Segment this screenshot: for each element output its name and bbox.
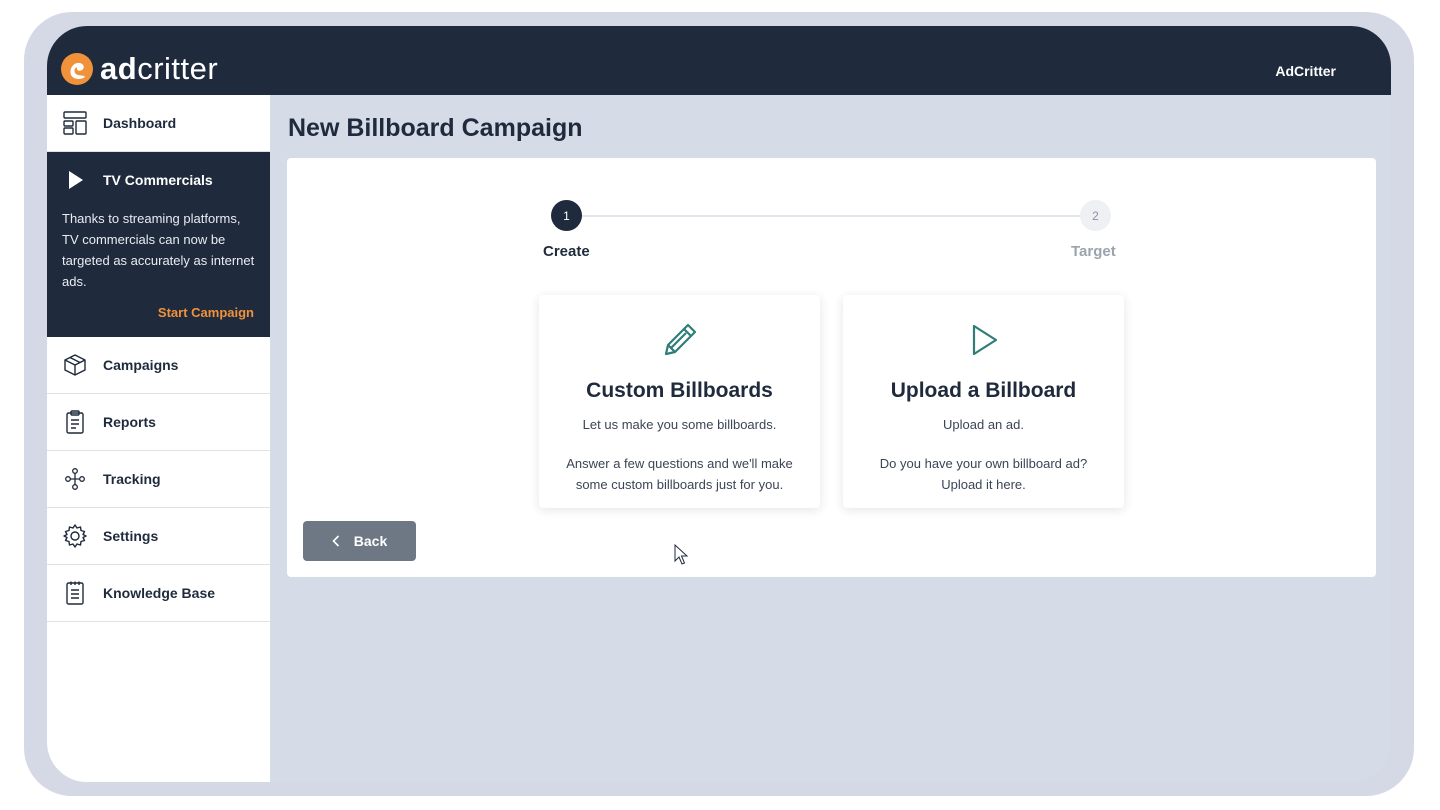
card-title: Upload a Billboard	[890, 379, 1077, 402]
notebook-icon	[62, 580, 88, 606]
stepper: 1 2 Create Target	[537, 200, 1127, 270]
chevron-left-icon	[332, 535, 340, 547]
step-1-indicator[interactable]: 1	[551, 200, 582, 231]
promo-header[interactable]: TV Commercials	[62, 152, 255, 208]
sidebar-item-label: Knowledge Base	[103, 585, 216, 601]
card-description: Do you have your own billboard ad? Uploa…	[879, 456, 1088, 492]
card-subtitle: Let us make you some billboards.	[582, 417, 777, 432]
back-button[interactable]: Back	[303, 521, 416, 561]
dashboard-icon	[62, 110, 88, 136]
stepper-line	[567, 215, 1097, 217]
tv-commercials-promo: TV Commercials Thanks to streaming platf…	[47, 152, 270, 337]
sidebar-item-tracking[interactable]: Tracking	[47, 451, 270, 508]
pencil-icon	[661, 321, 699, 359]
wizard-panel: 1 2 Create Target Custom Billboards Let …	[287, 158, 1376, 577]
card-subtitle: Upload an ad.	[943, 417, 1024, 432]
step-1-label: Create	[543, 243, 590, 260]
play-icon	[62, 167, 88, 193]
sidebar-item-settings[interactable]: Settings	[47, 508, 270, 565]
step-2-label: Target	[1071, 243, 1116, 260]
box-icon	[62, 352, 88, 378]
user-name[interactable]: AdCritter	[1275, 63, 1336, 79]
custom-billboards-card[interactable]: Custom Billboards Let us make you some b…	[539, 295, 820, 508]
card-description: Answer a few questions and we'll make so…	[566, 456, 793, 492]
gear-icon	[62, 523, 88, 549]
top-bar: adcritter AdCritter	[47, 26, 1391, 95]
sidebar-item-label: Campaigns	[103, 357, 179, 373]
step-2-indicator[interactable]: 2	[1080, 200, 1111, 231]
card-title: Custom Billboards	[586, 379, 773, 402]
network-icon	[62, 466, 88, 492]
back-button-label: Back	[353, 533, 388, 549]
app-window: adcritter AdCritter Dashboard TV Commerc…	[47, 26, 1391, 782]
page-title: New Billboard Campaign	[288, 114, 583, 142]
mouse-cursor-icon	[674, 543, 690, 571]
squirrel-logo-icon	[61, 53, 93, 85]
sidebar-item-knowledge-base[interactable]: Knowledge Base	[47, 565, 270, 622]
sidebar-item-reports[interactable]: Reports	[47, 394, 270, 451]
upload-billboard-card[interactable]: Upload a Billboard Upload an ad. Do you …	[843, 295, 1124, 508]
sidebar: Dashboard TV Commercials Thanks to strea…	[47, 95, 270, 782]
sidebar-item-label: Reports	[103, 414, 156, 430]
brand-name: adcritter	[100, 51, 219, 86]
main-content: New Billboard Campaign 1 2 Create Target	[270, 95, 1391, 782]
clipboard-icon	[62, 409, 88, 435]
start-campaign-link[interactable]: Start Campaign	[158, 305, 254, 320]
sidebar-item-label: Tracking	[103, 471, 161, 487]
brand-logo[interactable]: adcritter	[61, 53, 218, 85]
sidebar-item-label: Dashboard	[103, 115, 177, 131]
play-outline-icon	[965, 321, 1003, 359]
sidebar-item-campaigns[interactable]: Campaigns	[47, 337, 270, 394]
sidebar-item-dashboard[interactable]: Dashboard	[47, 95, 270, 152]
promo-title: TV Commercials	[103, 172, 213, 188]
promo-text: Thanks to streaming platforms, TV commer…	[62, 211, 255, 289]
sidebar-item-label: Settings	[103, 528, 159, 544]
